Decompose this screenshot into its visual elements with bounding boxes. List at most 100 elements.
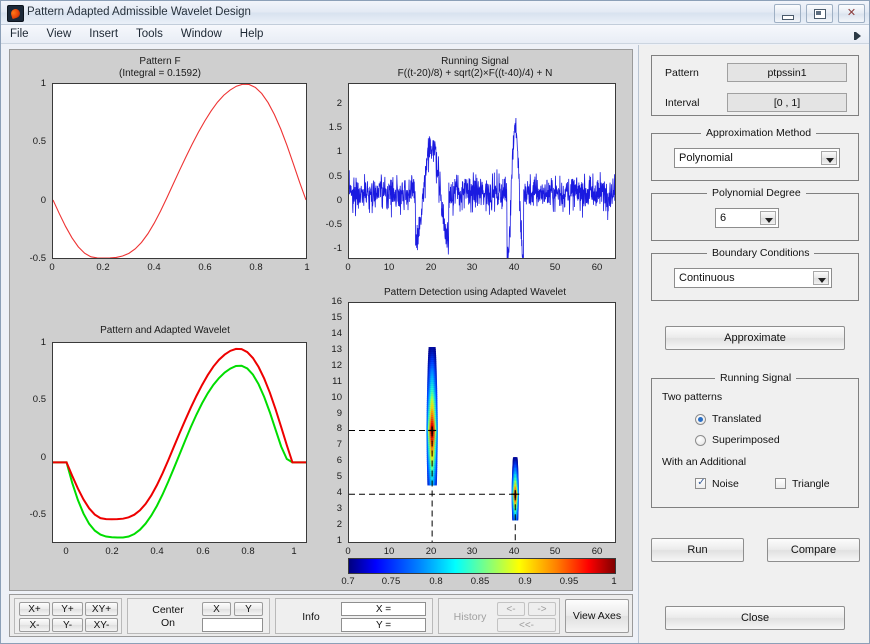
pattern-f-xtick-0: 0 — [49, 262, 55, 273]
run-button[interactable]: Run — [651, 538, 744, 562]
pattern-detection-ytick-6: 6 — [336, 455, 342, 466]
compare-button[interactable]: Compare — [767, 538, 860, 562]
colorbar-tick-0: 0.7 — [341, 576, 355, 587]
running-signal-ytick-15: 1.5 — [328, 122, 342, 133]
running-signal-xtick-0: 0 — [345, 262, 351, 273]
chevron-down-icon[interactable] — [813, 271, 829, 285]
menu-item-file[interactable]: File — [1, 25, 38, 44]
boundary-conditions-legend: Boundary Conditions — [707, 247, 815, 259]
menu-bar: File View Insert Tools Window Help — [1, 25, 869, 44]
running-signal-xtick-10: 10 — [383, 262, 395, 273]
pattern-wavelet-axes[interactable] — [52, 342, 307, 543]
menu-item-insert[interactable]: Insert — [80, 25, 127, 44]
running-signal-xtick-30: 30 — [466, 262, 478, 273]
pattern-detection-ytick-10: 10 — [331, 392, 342, 403]
menu-item-help[interactable]: Help — [231, 25, 273, 44]
colorbar-tick-1: 0.75 — [381, 576, 401, 587]
pattern-f-xtick-08: 0.8 — [249, 262, 263, 273]
zoom-x-minus-button[interactable]: X- — [19, 618, 50, 632]
zoom-xy-minus-button[interactable]: XY- — [85, 618, 118, 632]
info-y-value[interactable]: Y = — [341, 618, 426, 632]
menu-item-view[interactable]: View — [38, 25, 81, 44]
pattern-detection-ytick-11: 11 — [332, 376, 342, 387]
chevron-down-icon[interactable] — [821, 151, 837, 165]
radio-translated-label: Translated — [712, 413, 762, 425]
pattern-info-group: Pattern ptpssin1 Interval [0 , 1] — [651, 55, 859, 116]
colorbar-tick-5: 0.95 — [559, 576, 579, 587]
pattern-wavelet-ytick-05: 0.5 — [32, 394, 46, 405]
pattern-detection-ytick-1: 1 — [336, 535, 342, 546]
radio-translated-icon[interactable] — [695, 414, 706, 425]
window-controls — [772, 4, 865, 23]
running-signal-ytick-neg05: -0.5 — [325, 219, 342, 230]
running-signal-xtick-40: 40 — [508, 262, 520, 273]
pattern-detection-ytick-7: 7 — [336, 439, 342, 450]
running-signal-xtick-60: 60 — [591, 262, 603, 273]
window-title: Pattern Adapted Admissible Wavelet Desig… — [27, 6, 251, 18]
zoom-x-plus-button[interactable]: X+ — [19, 602, 50, 616]
center-y-button[interactable]: Y — [234, 602, 263, 616]
interval-value[interactable]: [0 , 1] — [727, 93, 847, 112]
boundary-conditions-select[interactable]: Continuous — [674, 268, 832, 288]
pattern-detection-ytick-15: 15 — [331, 312, 342, 323]
approximation-method-group: Polynomial — [651, 133, 859, 181]
polynomial-degree-group: 6 — [651, 193, 859, 241]
history-forward-button[interactable]: -> — [528, 602, 556, 616]
approximation-method-value: Polynomial — [679, 152, 733, 164]
center-value-input[interactable] — [202, 618, 263, 632]
minimize-icon[interactable] — [773, 4, 801, 23]
pattern-value[interactable]: ptpssin1 — [727, 63, 847, 82]
pattern-f-ytick-1: 1 — [40, 78, 46, 89]
radio-superimposed-icon[interactable] — [695, 435, 706, 446]
maximize-icon[interactable] — [805, 4, 833, 23]
center-x-button[interactable]: X — [202, 602, 231, 616]
approximate-button[interactable]: Approximate — [665, 326, 845, 350]
checkbox-triangle-icon[interactable] — [775, 478, 786, 489]
running-signal-group: Two patterns Translated Superimposed Wit… — [651, 378, 859, 508]
pattern-wavelet-xtick-06: 0.6 — [196, 546, 210, 557]
menu-item-window[interactable]: Window — [172, 25, 231, 44]
polynomial-degree-legend: Polynomial Degree — [707, 187, 806, 199]
pattern-detection-ytick-12: 12 — [331, 360, 342, 371]
running-signal-ytick-05: 0.5 — [328, 171, 342, 182]
chevron-down-icon[interactable] — [760, 211, 776, 225]
history-reset-button[interactable]: <<- — [497, 618, 556, 632]
pattern-wavelet-xtick-04: 0.4 — [150, 546, 164, 557]
view-axes-button[interactable]: View Axes — [565, 599, 629, 633]
close-button[interactable]: Close — [665, 606, 845, 630]
zoom-y-minus-button[interactable]: Y- — [52, 618, 83, 632]
info-group: Info X = Y = — [275, 598, 433, 634]
pattern-detection-axes[interactable] — [348, 302, 616, 543]
pattern-detection-xtick-30: 30 — [466, 546, 478, 557]
polynomial-degree-select[interactable]: 6 — [715, 208, 779, 228]
colorbar-tick-2: 0.8 — [429, 576, 443, 587]
close-icon[interactable] — [838, 4, 865, 23]
checkbox-noise-icon[interactable] — [695, 477, 707, 489]
running-signal-ytick-neg1: -1 — [333, 243, 342, 254]
pattern-f-ytick-0: 0 — [40, 195, 46, 206]
pattern-detection-xtick-50: 50 — [549, 546, 561, 557]
zoom-y-plus-button[interactable]: Y+ — [52, 602, 83, 616]
pattern-detection-title: Pattern Detection using Adapted Wavelet — [384, 287, 566, 298]
boundary-conditions-group: Continuous — [651, 253, 859, 301]
pattern-f-plot — [53, 84, 306, 258]
pattern-wavelet-xtick-08: 0.8 — [241, 546, 255, 557]
radio-superimposed-label: Superimposed — [712, 434, 780, 446]
info-x-value[interactable]: X = — [341, 602, 426, 616]
history-group: History <- -> <<- — [438, 598, 560, 634]
pattern-detection-ytick-14: 14 — [331, 328, 342, 339]
pattern-wavelet-xtick-0: 0 — [63, 546, 69, 557]
pattern-f-xtick-04: 0.4 — [147, 262, 161, 273]
running-signal-xtick-50: 50 — [549, 262, 561, 273]
pattern-detection-xtick-10: 10 — [383, 546, 395, 557]
pattern-wavelet-plot — [53, 347, 306, 539]
approximation-method-select[interactable]: Polynomial — [674, 148, 840, 168]
history-back-button[interactable]: <- — [497, 602, 525, 616]
pattern-detection-xtick-60: 60 — [591, 546, 603, 557]
pattern-f-axes[interactable] — [52, 83, 307, 259]
menu-overflow-icon[interactable] — [850, 29, 862, 41]
running-signal-axes[interactable] — [348, 83, 616, 259]
menu-item-tools[interactable]: Tools — [127, 25, 172, 44]
zoom-xy-plus-button[interactable]: XY+ — [85, 602, 118, 616]
running-signal-title: Running Signal — [441, 56, 509, 67]
